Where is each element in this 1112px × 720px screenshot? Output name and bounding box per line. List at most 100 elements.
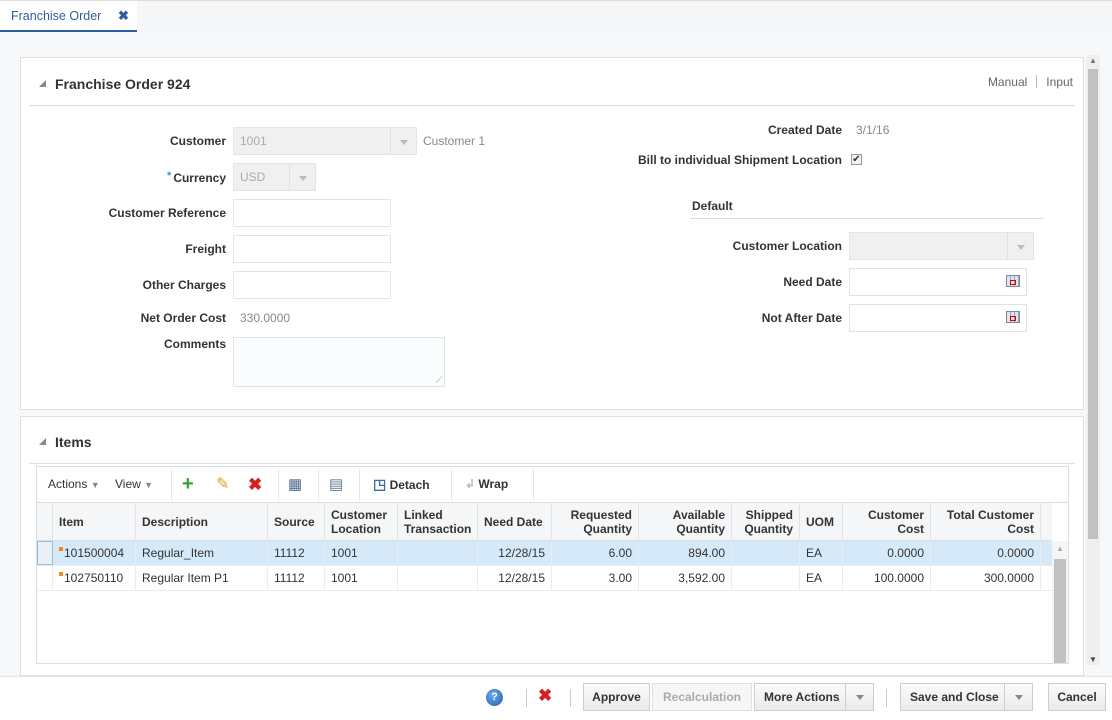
row-selector[interactable] <box>37 566 53 590</box>
table-row[interactable]: 102750110 Regular Item P1 11112 1001 12/… <box>37 566 1052 591</box>
col-customer-location[interactable]: Customer Location <box>325 503 398 541</box>
page-scrollbar[interactable]: ▲ ▼ <box>1086 55 1100 665</box>
divider <box>278 469 279 500</box>
export-excel-icon[interactable]: ▦ <box>288 467 302 502</box>
chevron-down-icon[interactable] <box>390 128 416 154</box>
need-date-input[interactable] <box>849 268 1027 296</box>
wrap-button[interactable]: ↲ Wrap <box>465 467 508 502</box>
bill-to-individual-checkbox[interactable]: ✔ <box>851 154 862 165</box>
approve-button[interactable]: Approve <box>583 683 650 711</box>
divider <box>886 689 887 707</box>
header-links: Manual Input <box>988 75 1073 89</box>
manual-link[interactable]: Manual <box>988 75 1027 89</box>
cell-description: Regular Item P1 <box>136 566 268 590</box>
col-source[interactable]: Source <box>268 503 325 541</box>
divider <box>451 469 452 500</box>
cell-requested-quantity: 6.00 <box>552 541 639 565</box>
divider <box>570 689 571 707</box>
col-uom[interactable]: UOM <box>800 503 843 541</box>
cell-item[interactable]: 102750110 <box>53 566 136 590</box>
calendar-icon[interactable] <box>1006 275 1020 287</box>
collapse-icon[interactable] <box>39 80 46 87</box>
cell-uom: EA <box>800 566 843 590</box>
table-header: Item Description Source Customer Locatio… <box>37 503 1052 541</box>
col-item[interactable]: Item <box>53 503 136 541</box>
other-charges-label: Other Charges <box>142 278 226 292</box>
col-available-quantity[interactable]: Available Quantity <box>639 503 732 541</box>
chevron-down-icon[interactable] <box>289 164 315 190</box>
calendar-icon[interactable] <box>1006 311 1020 323</box>
other-charges-input[interactable] <box>233 271 391 299</box>
col-requested-quantity[interactable]: Requested Quantity <box>552 503 639 541</box>
detach-button[interactable]: ◳ Detach <box>373 467 430 502</box>
cell-customer-cost: 0.0000 <box>843 541 931 565</box>
item-marker-icon <box>59 547 63 551</box>
default-section-title: Default <box>692 199 733 213</box>
edit-icon[interactable]: ✎ <box>216 467 229 502</box>
help-icon[interactable]: ? <box>486 689 503 706</box>
comments-label: Comments <box>163 337 226 351</box>
not-after-date-input[interactable] <box>849 304 1027 332</box>
actions-menu[interactable]: Actions ▼ <box>48 467 100 502</box>
cancel-button[interactable]: Cancel <box>1048 683 1106 711</box>
add-icon[interactable]: + <box>182 467 194 502</box>
col-shipped-quantity[interactable]: Shipped Quantity <box>732 503 800 541</box>
input-link[interactable]: Input <box>1046 75 1073 89</box>
col-description[interactable]: Description <box>136 503 268 541</box>
cell-customer-location: 1001 <box>325 541 398 565</box>
customer-select[interactable]: 1001 <box>233 127 417 155</box>
save-and-close-button[interactable]: Save and Close <box>900 683 1033 711</box>
chevron-down-icon[interactable] <box>1004 684 1032 710</box>
divider <box>533 469 534 500</box>
tab-franchise-order[interactable]: Franchise Order ✖ <box>0 1 137 33</box>
customer-reference-input[interactable] <box>233 199 391 227</box>
scroll-up-icon[interactable]: ▲ <box>1089 56 1097 65</box>
col-total-customer-cost[interactable]: Total Customer Cost <box>931 503 1041 541</box>
wrap-icon: ↲ <box>465 477 476 491</box>
query-by-example-icon[interactable]: ▤ <box>329 467 343 502</box>
col-need-date[interactable]: Need Date <box>478 503 552 541</box>
cell-linked-transaction <box>398 566 478 590</box>
tab-label: Franchise Order <box>11 9 102 23</box>
chevron-down-icon[interactable] <box>845 684 873 710</box>
row-selector[interactable] <box>37 541 53 565</box>
divider <box>359 469 360 500</box>
more-actions-button[interactable]: More Actions <box>754 683 874 711</box>
need-date-label: Need Date <box>783 275 842 289</box>
item-marker-icon <box>59 572 63 576</box>
divider <box>171 469 172 500</box>
cell-description: Regular_Item <box>136 541 268 565</box>
net-order-cost-value: 330.0000 <box>240 311 291 325</box>
close-icon[interactable]: ✖ <box>118 8 129 24</box>
delete-order-icon[interactable]: ✖ <box>538 686 552 706</box>
scroll-up-icon[interactable]: ▲ <box>1056 544 1064 553</box>
cell-shipped-quantity <box>732 541 800 565</box>
scrollbar-thumb[interactable] <box>1088 69 1098 539</box>
col-customer-cost[interactable]: Customer Cost <box>843 503 931 541</box>
table-row[interactable]: 101500004 Regular_Item 11112 1001 12/28/… <box>37 541 1052 566</box>
freight-input[interactable] <box>233 235 391 263</box>
scroll-down-icon[interactable]: ▼ <box>1089 655 1097 664</box>
cell-total-customer-cost: 0.0000 <box>931 541 1041 565</box>
collapse-icon[interactable] <box>39 438 46 445</box>
not-after-date-label: Not After Date <box>761 311 842 325</box>
customer-value: 1001 <box>240 134 267 148</box>
chevron-down-icon[interactable] <box>1007 233 1033 259</box>
resize-handle-icon[interactable]: ⟋ <box>436 375 442 386</box>
view-menu[interactable]: View ▼ <box>115 467 153 502</box>
cell-shipped-quantity <box>732 566 800 590</box>
comments-textarea[interactable]: ⟋ <box>233 337 445 387</box>
cell-available-quantity: 3,592.00 <box>639 566 732 590</box>
col-linked-transaction[interactable]: Linked Transaction <box>398 503 478 541</box>
customer-label: Customer <box>169 134 226 148</box>
customer-location-select[interactable] <box>849 232 1034 260</box>
delete-icon[interactable]: ✖ <box>248 467 262 502</box>
scrollbar-thumb[interactable] <box>1054 559 1066 663</box>
currency-select[interactable]: USD <box>233 163 316 191</box>
cell-customer-cost: 100.0000 <box>843 566 931 590</box>
recalculation-button[interactable]: Recalculation <box>652 683 752 711</box>
cell-item[interactable]: 101500004 <box>53 541 136 565</box>
cell-need-date: 12/28/15 <box>478 566 552 590</box>
table-scrollbar[interactable]: ▲ <box>1052 541 1068 663</box>
items-title: Items <box>55 434 92 450</box>
